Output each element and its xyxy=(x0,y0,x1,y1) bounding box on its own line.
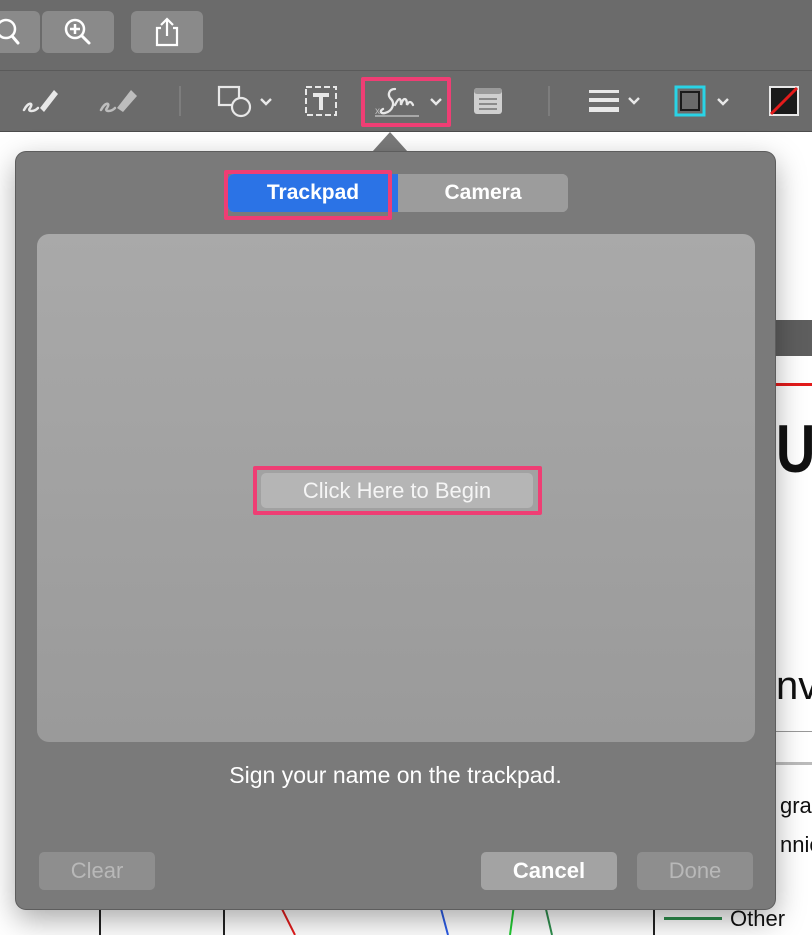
sketch-button[interactable] xyxy=(14,71,66,131)
legend-line-icon xyxy=(664,917,722,920)
line-style-icon xyxy=(589,90,640,112)
document-text-fragment: nv xyxy=(776,664,812,708)
note-button[interactable] xyxy=(468,71,508,131)
document-text-fragment: UF xyxy=(776,411,812,487)
tab-camera[interactable]: Camera xyxy=(398,174,568,212)
zoom-in-icon xyxy=(64,18,91,45)
toolbar-separator xyxy=(179,86,181,116)
cancel-button[interactable]: Cancel xyxy=(481,852,617,890)
zoom-in-button[interactable] xyxy=(42,11,114,53)
clear-button[interactable]: Clear xyxy=(39,852,155,890)
shapes-button[interactable] xyxy=(212,71,278,131)
share-button[interactable] xyxy=(131,11,203,53)
border-color-icon xyxy=(674,85,729,117)
fill-color-icon xyxy=(769,86,799,116)
draw-icon xyxy=(99,90,137,113)
sketch-icon xyxy=(22,90,58,113)
text-box-button[interactable] xyxy=(300,71,342,131)
trackpad-tab-highlight xyxy=(224,170,392,220)
document-text-fragment: gran xyxy=(780,793,812,818)
title-bar xyxy=(0,0,812,71)
share-icon xyxy=(155,17,179,47)
zoom-out-button[interactable] xyxy=(0,11,40,53)
markup-toolbar: x xyxy=(0,71,812,132)
done-button[interactable]: Done xyxy=(637,852,753,890)
shapes-icon xyxy=(217,85,272,118)
note-icon xyxy=(474,88,502,114)
begin-button-highlight xyxy=(253,466,542,515)
document-text-fragment: nnic xyxy=(780,832,812,857)
chart-fragment xyxy=(99,905,655,935)
zoom-out-icon xyxy=(0,18,20,45)
text-box-icon xyxy=(305,86,337,116)
draw-button[interactable] xyxy=(92,71,144,131)
document-rule xyxy=(776,762,812,765)
toolbar-separator xyxy=(548,86,550,116)
instruction-text: Sign your name on the trackpad. xyxy=(229,762,562,788)
signature-highlight xyxy=(361,77,451,127)
fill-color-button[interactable] xyxy=(760,71,812,131)
line-style-button[interactable] xyxy=(584,71,648,131)
document-rule xyxy=(776,731,812,732)
legend-label-other: Other xyxy=(730,906,786,931)
popover-arrow xyxy=(372,132,408,152)
border-color-button[interactable] xyxy=(672,71,738,131)
